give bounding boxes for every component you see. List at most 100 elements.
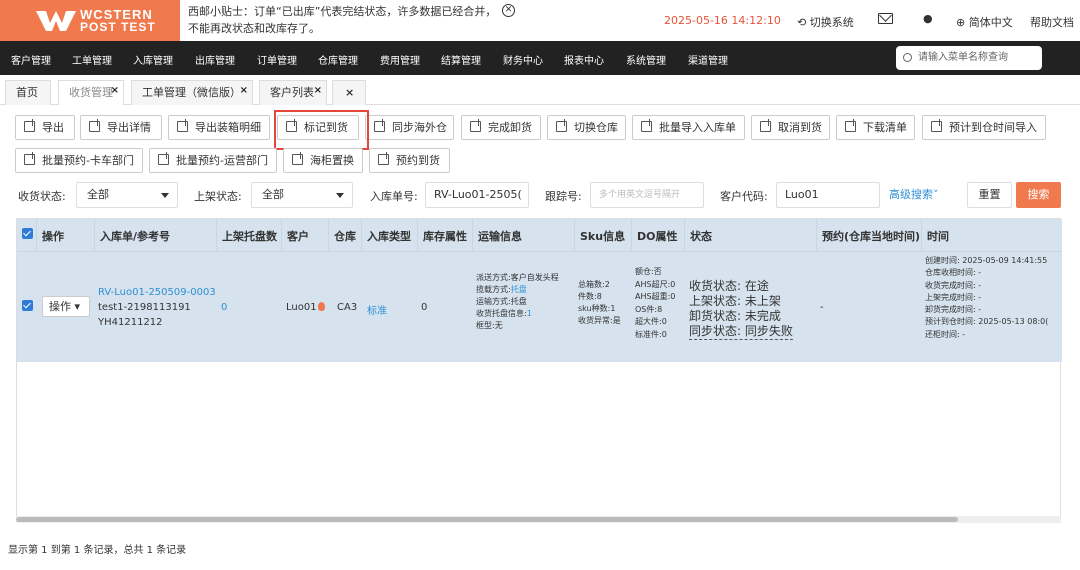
nav-item-workorder[interactable]: 工单管理 bbox=[72, 52, 112, 67]
pagination-info: 显示第 1 到第 1 条记录，总共 1 条记录 bbox=[8, 545, 187, 556]
upload-icon bbox=[931, 119, 942, 132]
col-inbound-type: 入库类型 bbox=[367, 230, 411, 243]
nav-item-report[interactable]: 报表中心 bbox=[564, 52, 604, 67]
table-row[interactable]: 操作 ▾ RV-Luo01-250509-0003 test1-21981131… bbox=[17, 251, 1062, 362]
refresh-icon: ⟲ bbox=[797, 16, 810, 29]
row-checkbox[interactable] bbox=[22, 300, 33, 311]
nav-item-outbound[interactable]: 出库管理 bbox=[195, 52, 235, 67]
tip-close-icon[interactable]: ✕ bbox=[502, 4, 515, 17]
inbound-no-input[interactable]: RV-Luo01-2505( bbox=[425, 182, 529, 208]
tab-home[interactable]: 首页 bbox=[5, 80, 51, 105]
edit-icon bbox=[556, 119, 567, 132]
shelf-status-select[interactable]: 全部 bbox=[251, 182, 353, 208]
export-detail-button[interactable]: 导出详情 bbox=[80, 115, 162, 140]
nav-item-order[interactable]: 订单管理 bbox=[257, 52, 297, 67]
horizontal-scrollbar[interactable] bbox=[16, 516, 1061, 523]
col-transport: 运输信息 bbox=[478, 230, 522, 243]
nav-item-warehouse[interactable]: 仓库管理 bbox=[318, 52, 358, 67]
upload-icon bbox=[158, 152, 169, 165]
upload-icon bbox=[24, 152, 35, 165]
fire-icon bbox=[317, 302, 325, 311]
nav-item-settlement[interactable]: 结算管理 bbox=[441, 52, 481, 67]
highlight-box bbox=[274, 110, 369, 150]
pallets-link[interactable]: 0 bbox=[221, 302, 227, 313]
nav-item-inbound[interactable]: 入库管理 bbox=[133, 52, 173, 67]
batch-appoint-ops-button[interactable]: 批量预约-运营部门 bbox=[149, 148, 277, 173]
ref-no-1: test1-2198113191 bbox=[98, 302, 191, 313]
receive-status-select[interactable]: 全部 bbox=[76, 182, 178, 208]
close-icon[interactable]: × bbox=[314, 79, 322, 103]
help-doc-link[interactable]: 帮助文档 bbox=[1030, 14, 1074, 30]
col-sku: Sku信息 bbox=[580, 230, 626, 243]
brand-logo[interactable]: WCSTERN POST TEST bbox=[0, 0, 180, 41]
user-icon bbox=[378, 152, 389, 165]
edit-icon bbox=[374, 119, 385, 132]
advanced-search-link[interactable]: 高级搜索˅ bbox=[889, 186, 939, 202]
menu-search-input[interactable]: 请输入菜单名称查询 bbox=[896, 46, 1042, 70]
user-icon bbox=[760, 119, 771, 132]
chevron-down-icon bbox=[161, 193, 169, 198]
inbound-type-link[interactable]: 标准 bbox=[367, 302, 387, 317]
nav-item-system[interactable]: 系统管理 bbox=[626, 52, 666, 67]
export-packing-button[interactable]: 导出装箱明细 bbox=[168, 115, 270, 140]
sync-overseas-button[interactable]: 同步海外仓 bbox=[365, 115, 454, 140]
inbound-table: 操作 入库单/参考号 上架托盘数 客户 仓库 入库类型 库存属性 运输信息 Sk… bbox=[16, 218, 1062, 523]
export-button[interactable]: 导出 bbox=[15, 115, 75, 140]
col-time: 时间 bbox=[927, 230, 949, 243]
tracking-label: 跟踪号: bbox=[545, 190, 582, 203]
customer-code-label: 客户代码: bbox=[720, 190, 768, 203]
language-button[interactable]: ⊕ 简体中文 bbox=[956, 14, 1013, 30]
tip-banner: 西邮小贴士：订单“已出库”代表完结状态，许多数据已经合并， 不能再改状态和改库存… bbox=[188, 3, 508, 37]
close-all-tabs-button[interactable]: × bbox=[332, 80, 366, 105]
export-icon bbox=[177, 119, 188, 132]
inbound-no-label: 入库单号: bbox=[370, 190, 418, 203]
download-list-button[interactable]: 下载清单 bbox=[836, 115, 915, 140]
tab-workorder-wechat[interactable]: 工单管理（微信版） × bbox=[131, 80, 253, 105]
nav-item-finance[interactable]: 财务中心 bbox=[503, 52, 543, 67]
close-icon[interactable]: × bbox=[240, 79, 248, 103]
mail-icon[interactable] bbox=[878, 13, 893, 24]
appoint-arrival-button[interactable]: 预约到货 bbox=[369, 148, 450, 173]
nav-item-fee[interactable]: 费用管理 bbox=[380, 52, 420, 67]
tip-line2: 不能再改状态和改库存了。 bbox=[188, 22, 320, 35]
sku-info: 总箱数:2 件数:8 sku种数:1 收货异常:是 bbox=[578, 280, 621, 325]
select-all-checkbox[interactable] bbox=[22, 228, 33, 239]
cancel-arrival-button[interactable]: 取消到货 bbox=[751, 115, 830, 140]
ref-no-2: YH41211212 bbox=[98, 317, 163, 328]
nav-item-channel[interactable]: 渠道管理 bbox=[688, 52, 728, 67]
warehouse-cell: CA3 bbox=[337, 302, 358, 313]
header-datetime: 2025-05-16 14:12:10 bbox=[664, 14, 781, 27]
stock-attr-cell: 0 bbox=[421, 302, 428, 313]
tracking-input[interactable]: 多个用英文逗号隔开 bbox=[590, 182, 704, 208]
logo-mark-icon bbox=[36, 11, 76, 31]
close-icon[interactable]: × bbox=[111, 79, 119, 103]
switch-system-button[interactable]: ⟲ 切换系统 bbox=[797, 14, 854, 30]
container-swap-button[interactable]: 海柜置换 bbox=[283, 148, 363, 173]
caret-down-icon: ▾ bbox=[74, 300, 81, 313]
search-button[interactable]: 搜索 bbox=[1016, 182, 1061, 208]
batch-import-button[interactable]: 批量导入入库单 bbox=[632, 115, 745, 140]
col-status: 状态 bbox=[690, 230, 712, 243]
row-op-dropdown[interactable]: 操作 ▾ bbox=[42, 296, 90, 317]
shelf-status-label: 上架状态: bbox=[194, 190, 242, 203]
download-icon bbox=[845, 119, 856, 132]
do-info: 额仓:否 AHS超尺:0 AHS超重:0 OS件:8 超大件:0 标准件:0 bbox=[635, 267, 676, 339]
scrollbar-thumb[interactable] bbox=[16, 517, 958, 522]
col-inbound-no: 入库单/参考号 bbox=[100, 230, 171, 243]
tab-customer-list[interactable]: 客户列表 × bbox=[259, 80, 327, 105]
user-icon[interactable]: ● bbox=[923, 12, 933, 25]
tab-receiving[interactable]: 收货管理 × bbox=[58, 80, 124, 105]
customer-code-input[interactable]: Luo01 bbox=[776, 182, 880, 208]
reset-button[interactable]: 重置 bbox=[967, 182, 1012, 208]
col-customer: 客户 bbox=[287, 230, 309, 243]
nav-item-customer[interactable]: 客户管理 bbox=[11, 52, 51, 67]
col-stock-attr: 库存属性 bbox=[423, 230, 467, 243]
switch-warehouse-button[interactable]: 切换仓库 bbox=[547, 115, 626, 140]
export-icon bbox=[89, 119, 100, 132]
col-op: 操作 bbox=[42, 230, 64, 243]
eta-import-button[interactable]: 预计到仓时间导入 bbox=[922, 115, 1046, 140]
inbound-no-link[interactable]: RV-Luo01-250509-0003 bbox=[98, 287, 216, 298]
globe-icon: ⊕ bbox=[956, 16, 969, 29]
batch-appoint-truck-button[interactable]: 批量预约-卡车部门 bbox=[15, 148, 143, 173]
finish-unload-button[interactable]: 完成卸货 bbox=[461, 115, 541, 140]
